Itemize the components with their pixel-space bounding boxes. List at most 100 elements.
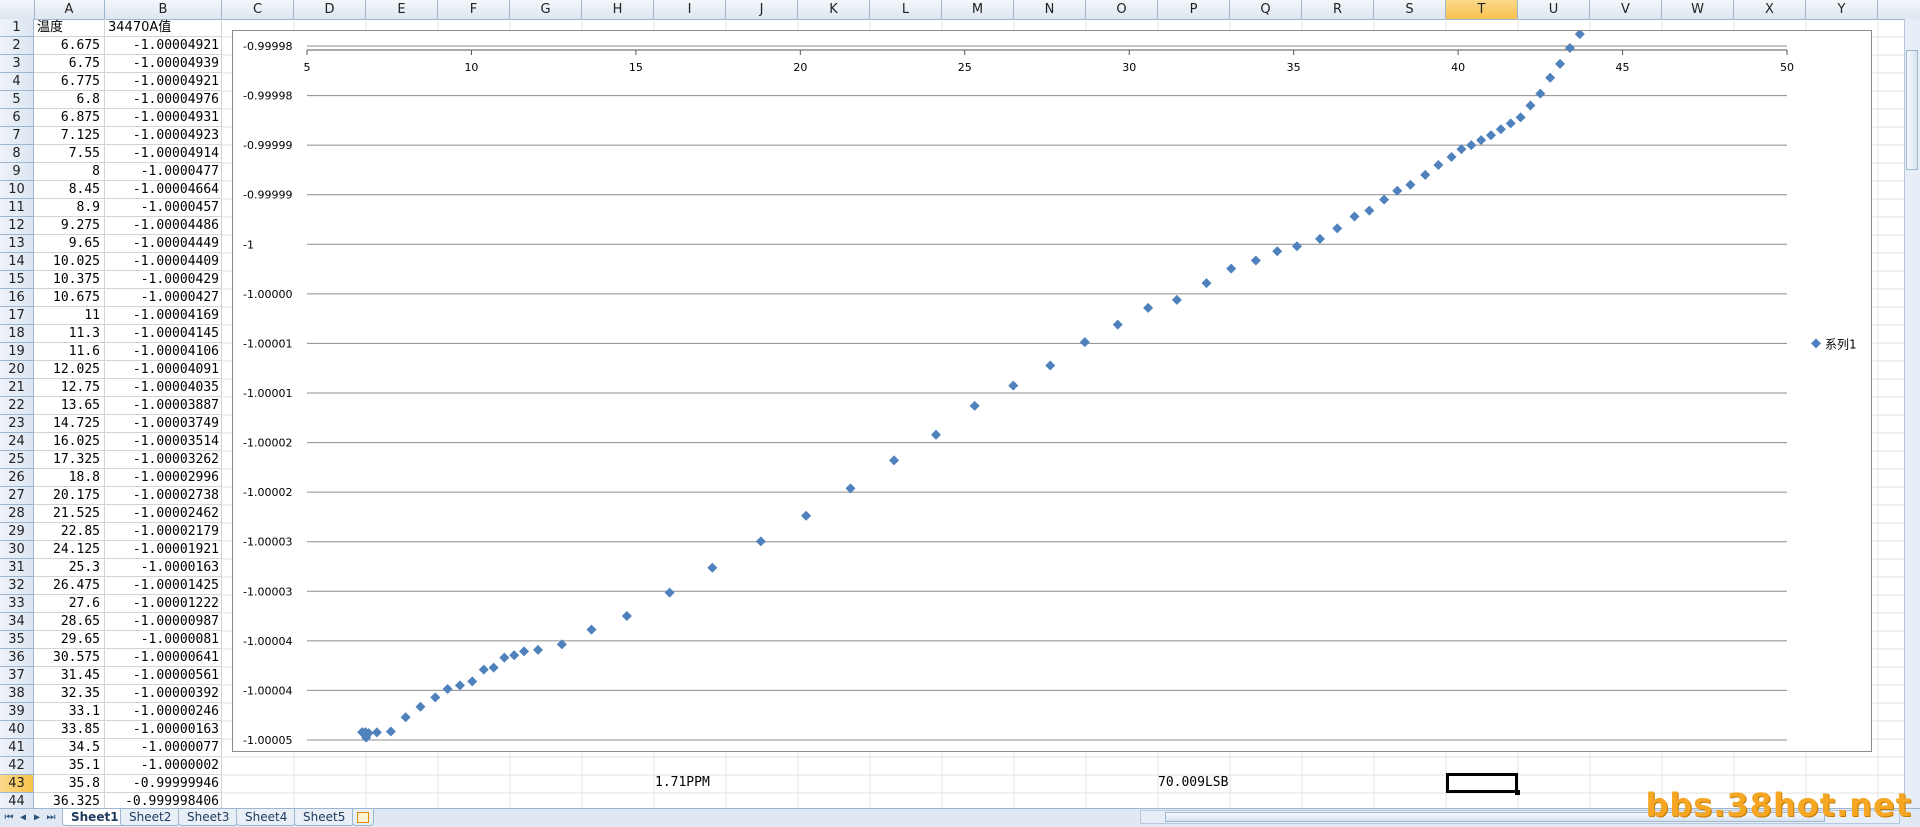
row-header[interactable]: 14 xyxy=(0,253,34,271)
column-header-Q[interactable]: Q xyxy=(1230,0,1302,19)
cell-B5[interactable]: -1.00004976 xyxy=(105,91,222,109)
cell-B4[interactable]: -1.00004921 xyxy=(105,73,222,91)
cell-A13[interactable]: 9.65 xyxy=(34,235,105,253)
insert-sheet-icon[interactable] xyxy=(352,809,374,826)
row-header[interactable]: 33 xyxy=(0,595,34,613)
next-sheet-icon[interactable]: ▶ xyxy=(30,809,44,827)
cell-A32[interactable]: 26.475 xyxy=(34,577,105,595)
sheet-tab-sheet5[interactable]: Sheet5 xyxy=(294,809,355,826)
cell-B18[interactable]: -1.00004145 xyxy=(105,325,222,343)
cell-A2[interactable]: 6.675 xyxy=(34,37,105,55)
column-header-J[interactable]: J xyxy=(726,0,798,19)
cell-A5[interactable]: 6.8 xyxy=(34,91,105,109)
cell-B32[interactable]: -1.00001425 xyxy=(105,577,222,595)
cell-B40[interactable]: -1.00000163 xyxy=(105,721,222,739)
cell-A20[interactable]: 12.025 xyxy=(34,361,105,379)
column-header-I[interactable]: I xyxy=(654,0,726,19)
row-header[interactable]: 27 xyxy=(0,487,34,505)
cell-A24[interactable]: 16.025 xyxy=(34,433,105,451)
row-header[interactable]: 22 xyxy=(0,397,34,415)
row-header[interactable]: 1 xyxy=(0,19,34,37)
row-header[interactable]: 6 xyxy=(0,109,34,127)
cell-B35[interactable]: -1.0000081 xyxy=(105,631,222,649)
cell-A34[interactable]: 28.65 xyxy=(34,613,105,631)
column-header-F[interactable]: F xyxy=(438,0,510,19)
cell-A7[interactable]: 7.125 xyxy=(34,127,105,145)
cell-A23[interactable]: 14.725 xyxy=(34,415,105,433)
cell-B30[interactable]: -1.00001921 xyxy=(105,541,222,559)
cell-A43[interactable]: 35.8 xyxy=(34,775,105,793)
column-header-N[interactable]: N xyxy=(1014,0,1086,19)
cell-B38[interactable]: -1.00000392 xyxy=(105,685,222,703)
cell-B7[interactable]: -1.00004923 xyxy=(105,127,222,145)
column-header-E[interactable]: E xyxy=(366,0,438,19)
cell-B42[interactable]: -1.0000002 xyxy=(105,757,222,775)
cell-B34[interactable]: -1.00000987 xyxy=(105,613,222,631)
column-header-S[interactable]: S xyxy=(1374,0,1446,19)
column-header-C[interactable]: C xyxy=(222,0,294,19)
row-header[interactable]: 17 xyxy=(0,307,34,325)
row-header[interactable]: 20 xyxy=(0,361,34,379)
row-header[interactable]: 36 xyxy=(0,649,34,667)
cell-A30[interactable]: 24.125 xyxy=(34,541,105,559)
cell-A25[interactable]: 17.325 xyxy=(34,451,105,469)
cell-B13[interactable]: -1.00004449 xyxy=(105,235,222,253)
cell-B25[interactable]: -1.00003262 xyxy=(105,451,222,469)
cell-B23[interactable]: -1.00003749 xyxy=(105,415,222,433)
column-header-A[interactable]: A xyxy=(34,0,105,19)
column-header-L[interactable]: L xyxy=(870,0,942,19)
cell-B2[interactable]: -1.00004921 xyxy=(105,37,222,55)
row-header[interactable]: 16 xyxy=(0,289,34,307)
cell-A40[interactable]: 33.85 xyxy=(34,721,105,739)
cell-A11[interactable]: 8.9 xyxy=(34,199,105,217)
column-header-X[interactable]: X xyxy=(1734,0,1806,19)
cell-A10[interactable]: 8.45 xyxy=(34,181,105,199)
column-header-G[interactable]: G xyxy=(510,0,582,19)
row-header[interactable]: 10 xyxy=(0,181,34,199)
cell-A22[interactable]: 13.65 xyxy=(34,397,105,415)
cell-B33[interactable]: -1.00001222 xyxy=(105,595,222,613)
cell-A15[interactable]: 10.375 xyxy=(34,271,105,289)
column-header-T[interactable]: T xyxy=(1446,0,1518,19)
cell-B1[interactable]: 34470A值 xyxy=(105,19,222,37)
cell-A28[interactable]: 21.525 xyxy=(34,505,105,523)
row-header[interactable]: 15 xyxy=(0,271,34,289)
column-header-K[interactable]: K xyxy=(798,0,870,19)
cell-B11[interactable]: -1.0000457 xyxy=(105,199,222,217)
cell-B3[interactable]: -1.00004939 xyxy=(105,55,222,73)
cell-A36[interactable]: 30.575 xyxy=(34,649,105,667)
last-sheet-icon[interactable]: ⏭ xyxy=(44,809,58,827)
row-header[interactable]: 28 xyxy=(0,505,34,523)
cell-A17[interactable]: 11 xyxy=(34,307,105,325)
cell-A35[interactable]: 29.65 xyxy=(34,631,105,649)
cell-A1[interactable]: 温度 xyxy=(34,19,105,37)
cell-B16[interactable]: -1.0000427 xyxy=(105,289,222,307)
cell-B15[interactable]: -1.0000429 xyxy=(105,271,222,289)
cell-B17[interactable]: -1.00004169 xyxy=(105,307,222,325)
prev-sheet-icon[interactable]: ◀ xyxy=(16,809,30,827)
active-cell-selection[interactable] xyxy=(1446,773,1520,795)
row-header[interactable]: 24 xyxy=(0,433,34,451)
cell-B31[interactable]: -1.0000163 xyxy=(105,559,222,577)
column-header-H[interactable]: H xyxy=(582,0,654,19)
cell-A37[interactable]: 31.45 xyxy=(34,667,105,685)
row-header[interactable]: 8 xyxy=(0,145,34,163)
row-header[interactable]: 5 xyxy=(0,91,34,109)
row-header[interactable]: 13 xyxy=(0,235,34,253)
row-header[interactable]: 32 xyxy=(0,577,34,595)
cell-A33[interactable]: 27.6 xyxy=(34,595,105,613)
column-header-W[interactable]: W xyxy=(1662,0,1734,19)
row-header[interactable]: 21 xyxy=(0,379,34,397)
row-header[interactable]: 3 xyxy=(0,55,34,73)
column-header-O[interactable]: O xyxy=(1086,0,1158,19)
column-header-P[interactable]: P xyxy=(1158,0,1230,19)
cell-B43[interactable]: -0.99999946 xyxy=(105,775,222,793)
cell-A27[interactable]: 20.175 xyxy=(34,487,105,505)
cell-A26[interactable]: 18.8 xyxy=(34,469,105,487)
row-header[interactable]: 35 xyxy=(0,631,34,649)
column-header-V[interactable]: V xyxy=(1590,0,1662,19)
cell-B10[interactable]: -1.00004664 xyxy=(105,181,222,199)
select-all-corner[interactable] xyxy=(0,0,35,19)
column-header-Y[interactable]: Y xyxy=(1806,0,1878,19)
cell-A19[interactable]: 11.6 xyxy=(34,343,105,361)
